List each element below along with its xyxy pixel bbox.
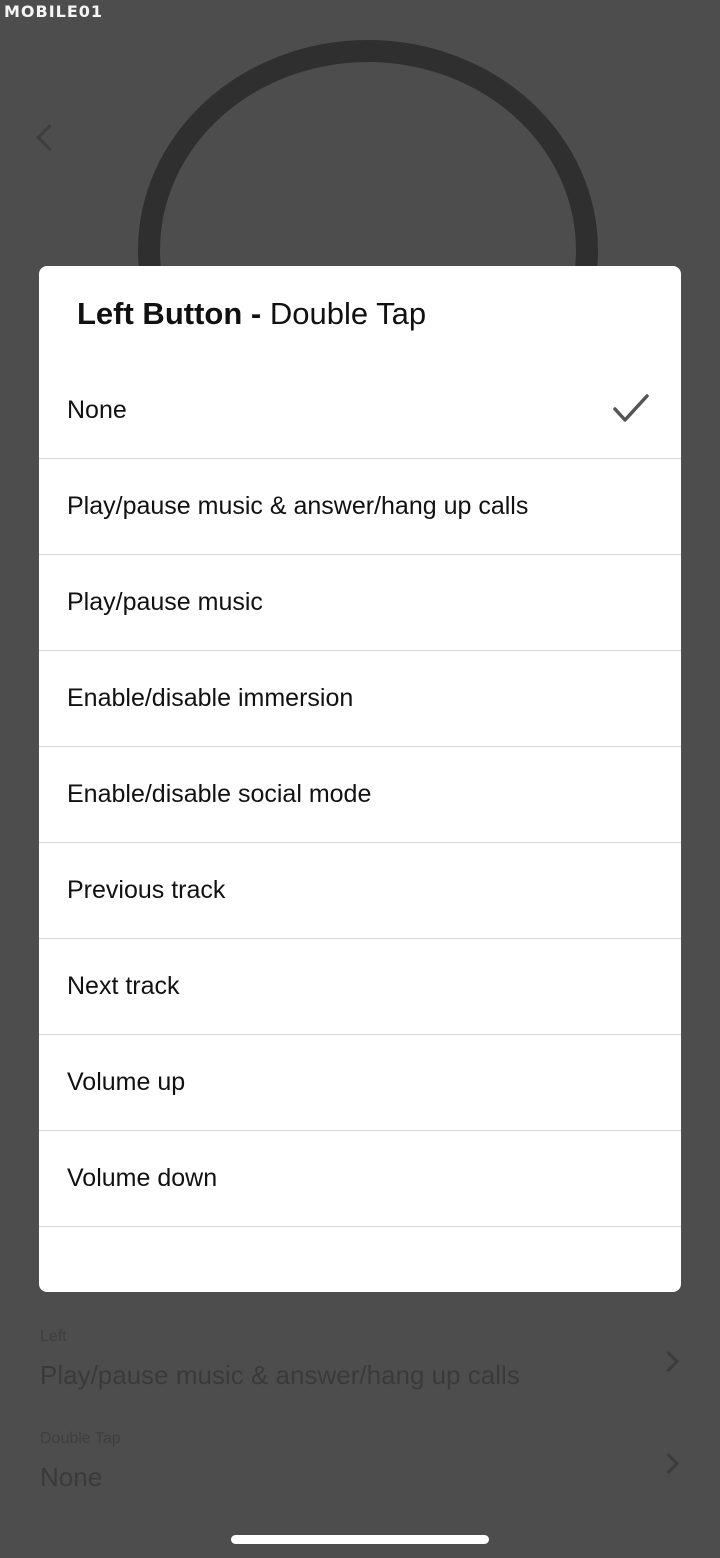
- option-label: Volume up: [67, 1068, 186, 1096]
- option-label: Play/pause music & answer/hang up calls: [67, 492, 529, 520]
- option-label: Volume down: [67, 1164, 218, 1192]
- option-label: Play/pause music: [67, 588, 263, 616]
- option-volume-down[interactable]: Volume down: [39, 1131, 681, 1227]
- option-previous-track[interactable]: Previous track: [39, 843, 681, 939]
- dialog-title: Left Button - Double Tap: [77, 296, 426, 332]
- option-social-mode[interactable]: Enable/disable social mode: [39, 747, 681, 843]
- background-setting-value: Play/pause music & answer/hang up calls: [40, 1360, 520, 1390]
- option-immersion[interactable]: Enable/disable immersion: [39, 651, 681, 747]
- option-label: Enable/disable immersion: [67, 684, 354, 712]
- dialog-title-bold: Left Button -: [77, 296, 270, 331]
- background-setting-caption: Left: [40, 1328, 67, 1345]
- back-arrow-icon: [36, 124, 63, 151]
- option-play-pause-music[interactable]: Play/pause music: [39, 555, 681, 651]
- option-none[interactable]: None: [39, 363, 681, 459]
- background-setting-value: None: [40, 1462, 103, 1492]
- option-list: None Play/pause music & answer/hang up c…: [39, 363, 681, 1227]
- option-next-track[interactable]: Next track: [39, 939, 681, 1035]
- option-label: None: [67, 396, 127, 424]
- option-dialog: Left Button - Double Tap None Play/pause…: [39, 266, 681, 1292]
- option-volume-up[interactable]: Volume up: [39, 1035, 681, 1131]
- checkmark-icon: [613, 393, 649, 425]
- option-play-pause-answer-calls[interactable]: Play/pause music & answer/hang up calls: [39, 459, 681, 555]
- home-indicator[interactable]: [231, 1535, 489, 1544]
- watermark-logo: MOBILE01: [4, 2, 104, 21]
- chevron-right-icon: [657, 1350, 680, 1373]
- dialog-title-regular: Double Tap: [269, 296, 427, 331]
- option-label: Previous track: [67, 876, 226, 904]
- option-label: Next track: [67, 972, 180, 1000]
- chevron-right-icon: [657, 1452, 680, 1475]
- background-setting-caption: Double Tap: [40, 1430, 121, 1447]
- option-label: Enable/disable social mode: [67, 780, 372, 808]
